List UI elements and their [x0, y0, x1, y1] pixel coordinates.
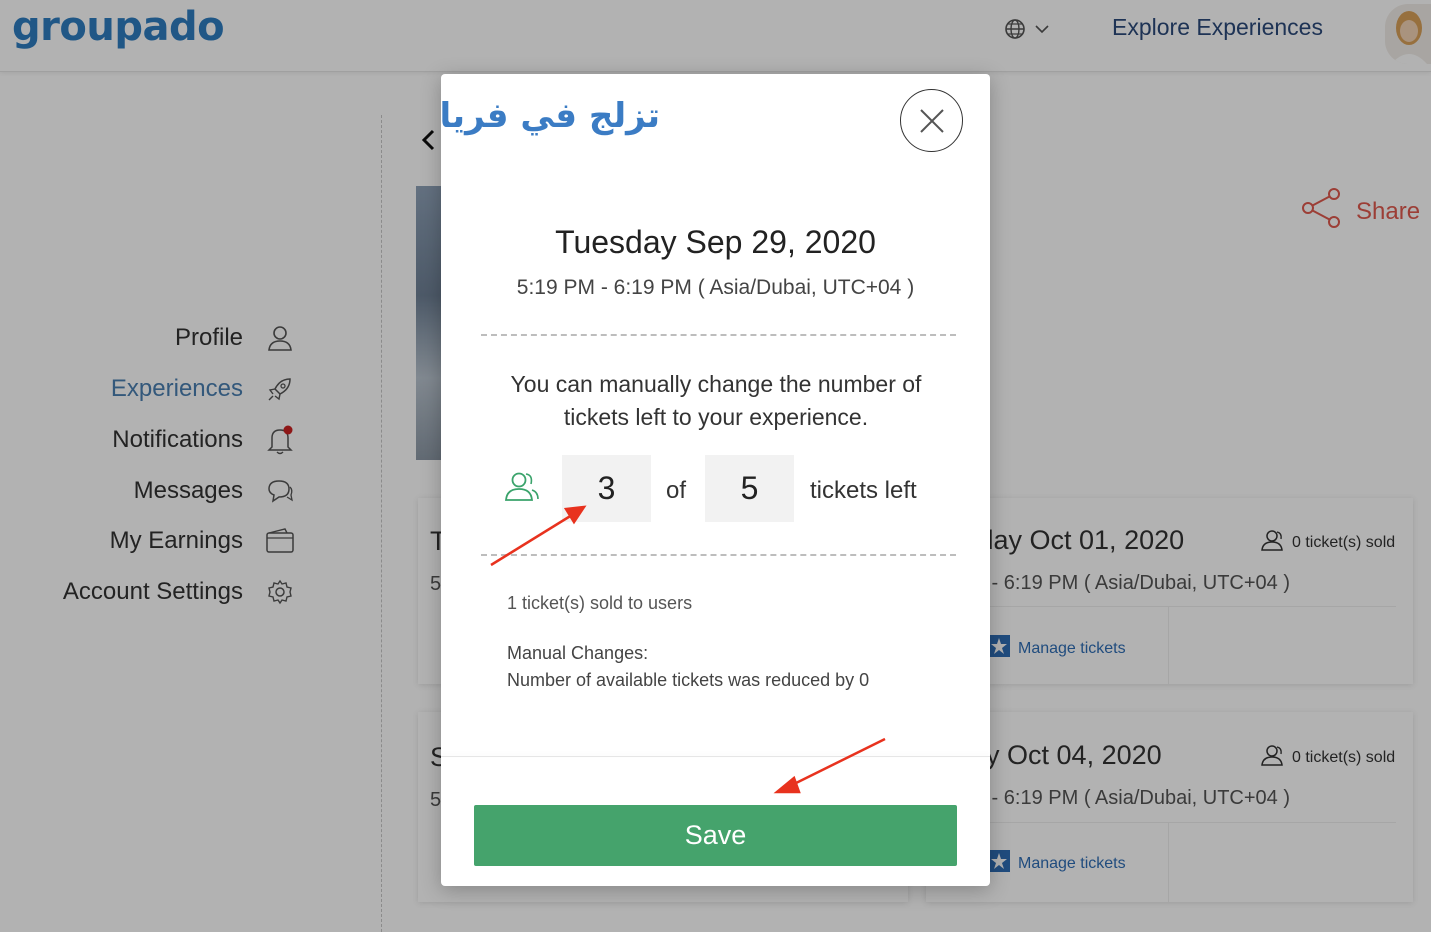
save-button[interactable]: Save — [474, 805, 957, 866]
close-button[interactable] — [900, 89, 963, 152]
users-icon — [504, 469, 540, 503]
instructions-text: You can manually change the number of ti… — [510, 371, 922, 430]
modal-title: تزلج في فريا — [441, 96, 660, 136]
tickets-total-value: 5 — [705, 455, 794, 522]
tickets-left-label: tickets left — [810, 477, 917, 504]
dashed-divider — [481, 554, 956, 556]
tickets-left-input[interactable] — [562, 455, 651, 522]
manual-changes-text: Number of available tickets was reduced … — [507, 670, 870, 690]
dashed-divider — [481, 334, 956, 336]
of-label: of — [666, 477, 687, 504]
session-date: Tuesday Sep 29, 2020 — [555, 224, 876, 260]
manual-changes: Manual Changes: Number of available tick… — [507, 640, 869, 694]
manual-changes-title: Manual Changes: — [507, 643, 649, 663]
session-time: 5:19 PM - 6:19 PM ( Asia/Dubai, UTC+04 ) — [516, 276, 915, 299]
manage-tickets-modal: تزلج في فريا Tuesday Sep 29, 2020 5:19 P… — [441, 74, 990, 886]
close-icon — [919, 108, 944, 133]
modal-footer-divider — [441, 756, 990, 757]
tickets-sold-text: 1 ticket(s) sold to users — [507, 593, 693, 613]
